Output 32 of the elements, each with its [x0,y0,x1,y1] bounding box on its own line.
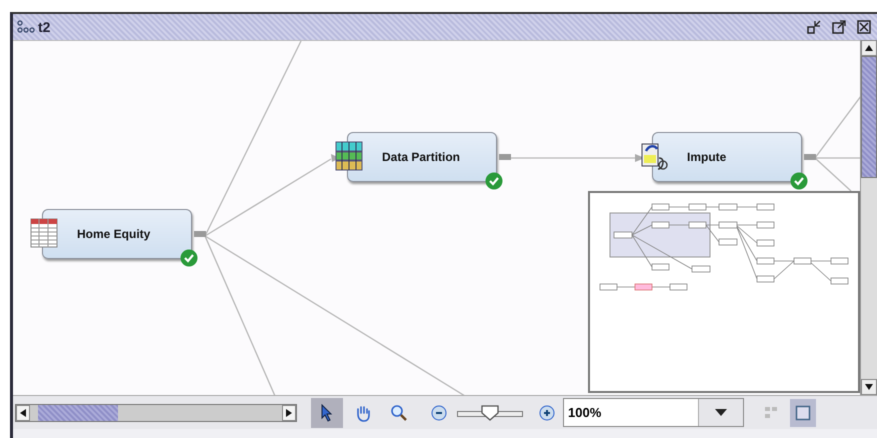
maximize-button[interactable] [830,20,848,34]
zoom-slider[interactable] [457,404,523,420]
scroll-left-icon[interactable] [20,408,26,416]
hand-icon [354,404,372,422]
close-button[interactable] [855,20,873,34]
panel-icon [795,404,811,420]
vertical-scrollbar[interactable] [860,40,877,395]
overview-view-button[interactable] [790,398,816,426]
zoom-in-button[interactable] [539,404,555,420]
pointer-tool-button[interactable] [311,398,343,428]
grid-icon [763,404,779,420]
horizontal-scrollbar[interactable] [15,404,297,422]
pointer-icon [319,404,335,422]
flow-node[interactable]: Data Partition [347,132,497,182]
slider-thumb[interactable] [481,404,499,420]
restore-button[interactable] [805,20,823,34]
scroll-down-icon[interactable] [865,384,873,390]
zoom-out-button[interactable] [431,404,447,420]
partition-icon [335,141,363,171]
magnifier-icon [390,404,408,422]
table-icon [30,218,58,248]
impute-icon [640,141,668,171]
scroll-up-icon[interactable] [865,45,873,51]
scroll-thumb[interactable] [861,56,877,178]
scroll-thumb[interactable] [38,404,118,420]
dropdown-arrow-icon [715,408,727,416]
zoom-combo-box[interactable]: 100% [563,398,744,427]
scroll-right-icon[interactable] [286,408,292,416]
diagram-icon [17,20,35,34]
flow-node[interactable]: Impute [652,132,802,182]
window-title: t2 [38,19,50,35]
flow-node[interactable]: Home Equity [42,209,192,259]
